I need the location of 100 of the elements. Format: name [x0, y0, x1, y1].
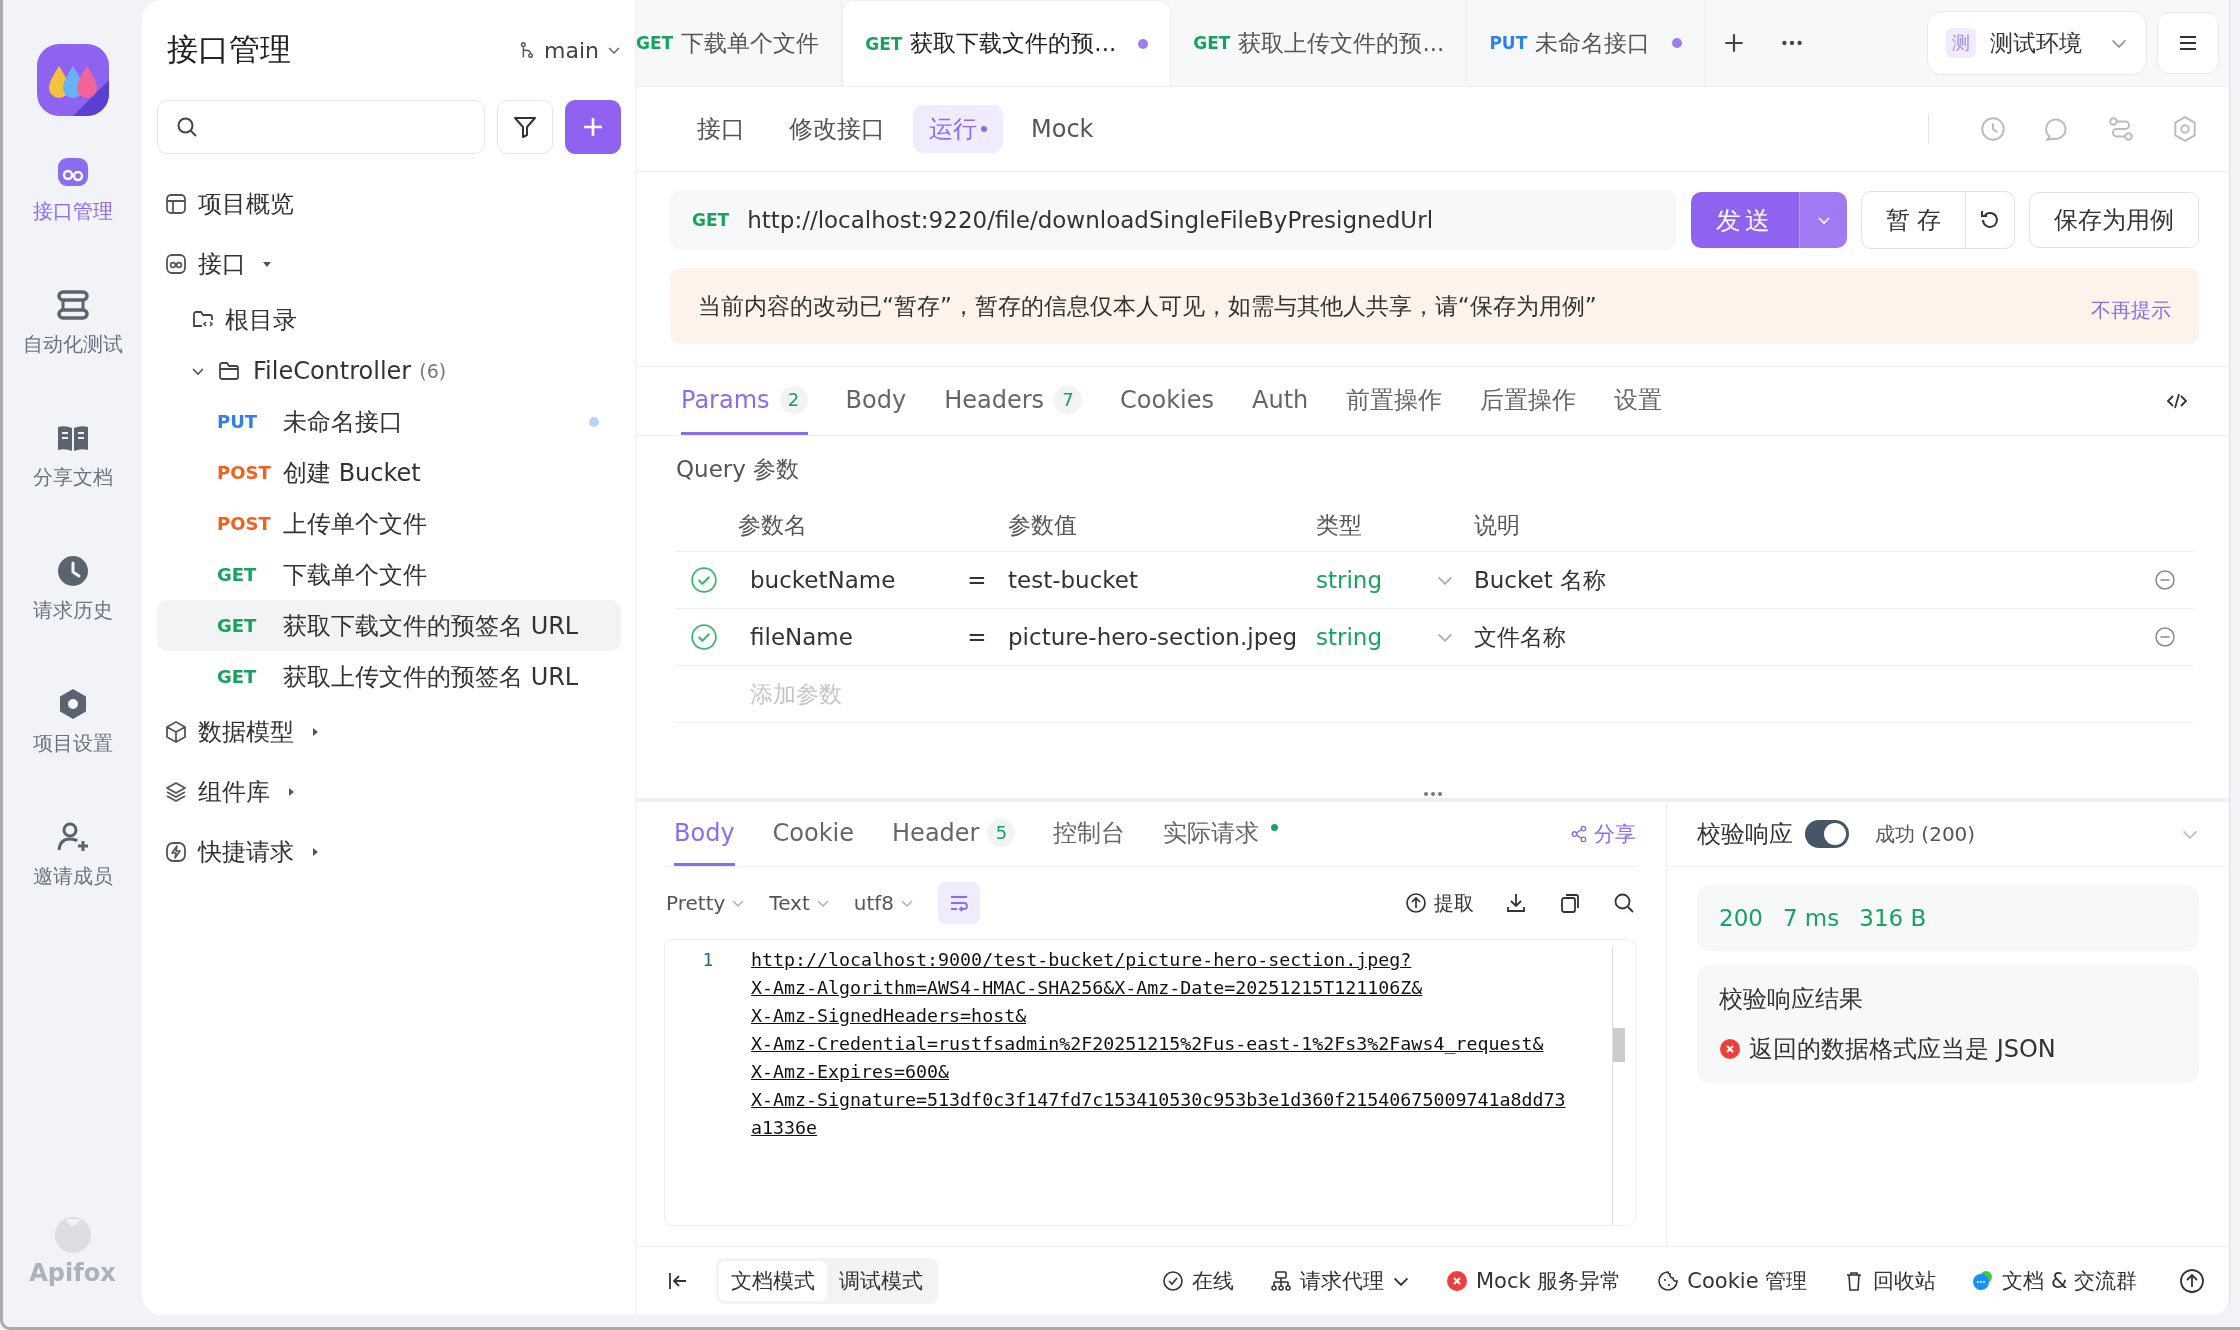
- tree-item[interactable]: 项目概览: [157, 174, 621, 234]
- param-tab[interactable]: 后置操作: [1480, 367, 1577, 435]
- response-tab[interactable]: 控制台: [1053, 802, 1126, 866]
- scrollbar-thumb[interactable]: [1613, 1028, 1625, 1062]
- table-cell[interactable]: picture-hero-section.jpeg: [1008, 624, 1316, 650]
- remove-icon[interactable]: [2153, 625, 2177, 649]
- request-tab[interactable]: GET 获取上传文件的预...: [1171, 0, 1468, 86]
- table-cell[interactable]: test-bucket: [1008, 567, 1316, 593]
- tree-item[interactable]: 根目录: [157, 294, 621, 345]
- download-icon[interactable]: [1504, 891, 1528, 915]
- endpoint-item[interactable]: POST 上传单个文件: [157, 498, 621, 549]
- url-field[interactable]: GET http://localhost:9220/file/downloadSingleFileByPresignedUrl: [670, 190, 1677, 250]
- format-dropdown[interactable]: utf8: [853, 891, 915, 915]
- environment-selector[interactable]: 测 测试环境: [1927, 11, 2147, 75]
- table-cell[interactable]: 文件名称: [1474, 621, 2153, 653]
- save-case-button[interactable]: 保存为用例: [2029, 192, 2199, 248]
- search-icon[interactable]: [1612, 891, 1636, 915]
- filter-button[interactable]: [497, 100, 553, 154]
- response-tab[interactable]: Header 5: [892, 802, 1016, 866]
- format-dropdown[interactable]: Text: [769, 891, 830, 915]
- endpoint-item[interactable]: GET 获取上传文件的预签名 URL: [157, 651, 621, 702]
- code-line[interactable]: X-Amz-Algorithm=AWS4-HMAC-SHA256&X-Amz-Date=20251215T121106Z&: [751, 974, 1423, 1002]
- error-icon: [1445, 1270, 1468, 1292]
- request-tab[interactable]: GET 获取下载文件的预...: [842, 0, 1172, 86]
- code-line[interactable]: X-Amz-Credential=rustfsadmin%2F20251215%2Fus-east-1%2Fs3%2Faws4_request&: [751, 1030, 1544, 1058]
- code-line[interactable]: X-Amz-Expires=600&: [751, 1058, 950, 1086]
- status-item[interactable]: Mock 服务异常: [1445, 1267, 1622, 1295]
- tree-item[interactable]: 组件库: [157, 762, 621, 822]
- status-item[interactable]: 请求代理: [1269, 1267, 1410, 1295]
- arrow-up-circle-icon[interactable]: [2179, 1268, 2205, 1294]
- status-item[interactable]: 回收站: [1843, 1267, 1937, 1295]
- format-dropdown[interactable]: Pretty: [666, 891, 746, 915]
- rail-nav-item[interactable]: 邀请成员: [32, 819, 113, 952]
- send-dropdown-button[interactable]: [1799, 192, 1847, 248]
- response-tab[interactable]: Cookie: [772, 802, 855, 866]
- checkbox-icon[interactable]: [690, 623, 718, 651]
- table-cell[interactable]: fileName: [738, 624, 946, 650]
- response-tab[interactable]: 实际请求: [1163, 802, 1279, 866]
- share-icon: [1570, 825, 1588, 843]
- param-tab[interactable]: 设置: [1614, 367, 1663, 435]
- remove-icon[interactable]: [2153, 568, 2177, 592]
- share-link[interactable]: 分享: [1570, 802, 1636, 866]
- error-icon: [1719, 1038, 1741, 1060]
- param-tab[interactable]: Params 2: [681, 367, 808, 435]
- search-icon: [176, 116, 198, 138]
- param-tab[interactable]: Headers 7: [944, 367, 1083, 435]
- resize-handle-icon[interactable]: [1422, 791, 1443, 797]
- cookie-icon: [1657, 1270, 1680, 1292]
- add-button[interactable]: [565, 100, 621, 154]
- endpoint-item[interactable]: POST 创建 Bucket: [157, 447, 621, 498]
- extract-button[interactable]: 提取: [1404, 889, 1474, 917]
- menu-button[interactable]: [2157, 12, 2219, 74]
- param-tab[interactable]: Auth: [1252, 367, 1309, 435]
- endpoint-item[interactable]: GET 获取下载文件的预签名 URL: [157, 600, 621, 651]
- request-tab[interactable]: PUT 未命名接口: [1467, 0, 1706, 86]
- tree-item[interactable]: 数据模型: [157, 702, 621, 762]
- stat-value: 200: [1719, 905, 1763, 931]
- param-tab[interactable]: Body: [845, 367, 907, 435]
- copy-icon[interactable]: [1558, 891, 1582, 915]
- caret-icon: [310, 727, 320, 737]
- send-button[interactable]: 发送: [1691, 192, 1799, 248]
- status-item[interactable]: 文档 & 交流群: [1972, 1267, 2137, 1295]
- param-tab[interactable]: 前置操作: [1346, 367, 1443, 435]
- code-line[interactable]: X-Amz-Signature=513df0c3f147fd7c153410530c953b3e1d360f21540675009741a8dd73: [751, 1086, 1566, 1114]
- lightning-icon: [164, 840, 188, 864]
- status-item[interactable]: Cookie 管理: [1657, 1267, 1808, 1295]
- param-tab[interactable]: Cookies: [1120, 367, 1214, 435]
- code-line[interactable]: http://localhost:9000/test-bucket/picture-hero-section.jpeg?: [751, 946, 1412, 974]
- mode-switch[interactable]: 调试模式: [827, 1261, 935, 1301]
- rail-nav-item[interactable]: 分享文档: [32, 420, 113, 553]
- endpoint-item[interactable]: PUT 未命名接口: [157, 396, 621, 447]
- checkbox-icon[interactable]: [690, 566, 718, 594]
- search-field[interactable]: [157, 100, 485, 154]
- branch-selector[interactable]: main: [518, 37, 621, 63]
- validate-toggle[interactable]: [1805, 820, 1849, 848]
- column-header: 参数值: [1008, 510, 1078, 540]
- response-tab[interactable]: Body: [674, 802, 735, 866]
- status-item[interactable]: 在线: [1161, 1267, 1234, 1295]
- rail-nav-item[interactable]: 项目设置: [32, 686, 113, 819]
- rail-nav-item[interactable]: 接口管理: [32, 154, 113, 287]
- check-circle-icon: [1161, 1270, 1184, 1292]
- endpoint-item[interactable]: GET 下载单个文件: [157, 549, 621, 600]
- table-cell[interactable]: bucketName: [738, 567, 946, 593]
- rail-nav-item[interactable]: 自动化测试: [22, 287, 123, 420]
- mode-tab[interactable]: 修改接口: [773, 105, 901, 153]
- mode-tab[interactable]: Mock: [1015, 107, 1110, 151]
- app-logo-icon: [36, 44, 109, 116]
- tree-item[interactable]: 快捷请求: [157, 822, 621, 882]
- code-line[interactable]: X-Amz-SignedHeaders=host&: [751, 1002, 1027, 1030]
- tree-folder[interactable]: FileController (6): [157, 345, 621, 396]
- wrap-toggle[interactable]: [938, 882, 981, 924]
- tree-item[interactable]: 接口: [157, 234, 621, 294]
- table-cell[interactable]: Bucket 名称: [1474, 564, 2153, 596]
- table-cell-text: =: [966, 567, 988, 593]
- mode-switch[interactable]: 文档模式: [719, 1261, 827, 1301]
- column-header: 参数名: [738, 510, 808, 540]
- code-line[interactable]: a1336e: [751, 1114, 818, 1142]
- column-header: 类型: [1316, 510, 1363, 540]
- mode-tab[interactable]: 接口: [681, 105, 761, 153]
- rail-nav-item[interactable]: 请求历史: [32, 553, 113, 686]
